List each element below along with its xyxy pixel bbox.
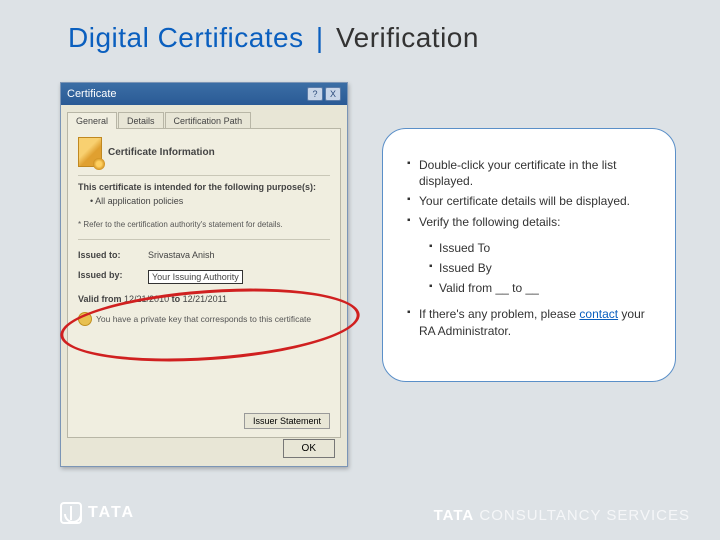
purpose-item: • All application policies [90,196,330,206]
footer-right-bold: TATA [434,507,475,524]
refer-note: * Refer to the certification authority's… [78,220,330,229]
contact-link[interactable]: contact [579,307,618,321]
instruction-list: Double-click your certificate in the lis… [407,157,655,230]
instruction-sublist: Issued To Issued By Valid from __ to __ [429,240,655,297]
certificate-dialog: Certificate ? X General Details Certific… [60,82,348,467]
valid-to-word: to [172,294,181,304]
purpose-heading: This certificate is intended for the fol… [78,182,330,192]
dialog-titlebar: Certificate ? X [61,83,347,105]
issued-to-label: Issued to: [78,250,142,260]
issuer-statement-button[interactable]: Issuer Statement [244,413,330,429]
instruction-item: Your certificate details will be display… [407,193,655,209]
dialog-title: Certificate [67,88,117,100]
issued-by-row: Issued by: Your Issuing Authority [78,270,330,284]
ok-button[interactable]: OK [283,439,335,458]
tab-details[interactable]: Details [118,112,164,129]
title-blue: Digital Certificates [68,22,304,53]
tabs: General Details Certification Path [67,111,341,128]
instruction-subitem: Valid from __ to __ [429,280,655,296]
issued-by-label: Issued by: [78,270,142,284]
issued-by-value: Your Issuing Authority [148,270,243,284]
titlebar-buttons: ? X [307,87,341,101]
tata-mark-icon [60,502,82,524]
tab-general[interactable]: General [67,112,117,129]
divider [78,175,330,176]
instruction-subitem: Issued By [429,260,655,276]
footer-logo-left: TATA [60,502,135,524]
instruction-callout: Double-click your certificate in the lis… [382,128,676,382]
valid-to: 12/21/2011 [183,294,227,304]
footer-right-light2: SERVICES [606,507,690,524]
footer-left-text: TATA [88,504,135,522]
instruction-list-2: If there's any problem, please contact y… [407,306,655,338]
instruction-item: If there's any problem, please contact y… [407,306,655,338]
dialog-body: General Details Certification Path Certi… [61,105,347,444]
valid-from: 12/21/2010 [124,294,169,304]
footer-right-light: CONSULTANCY [474,507,606,524]
tab-certification-path[interactable]: Certification Path [165,112,252,129]
valid-row: Valid from 12/21/2010 to 12/21/2011 [78,294,330,304]
instruction-item: Verify the following details: [407,214,655,230]
cert-header: Certificate Information [78,137,330,167]
footer-logo-right: TATA CONSULTANCY SERVICES [434,507,690,524]
valid-label: Valid from [78,294,122,304]
divider [78,239,330,240]
cert-info-title: Certificate Information [108,147,215,158]
title-rest: Verification [336,22,479,53]
text: If there's any problem, please [419,307,579,321]
title-separator: | [316,22,324,53]
help-button[interactable]: ? [307,87,323,101]
slide-title: Digital Certificates | Verification [68,22,479,54]
instruction-item: Double-click your certificate in the lis… [407,157,655,189]
key-icon [78,312,92,326]
private-key-note: You have a private key that corresponds … [96,314,311,324]
certificate-icon [78,137,102,167]
issued-to-value: Srivastava Anish [148,250,215,260]
private-key-row: You have a private key that corresponds … [78,312,330,326]
issued-to-row: Issued to: Srivastava Anish [78,250,330,260]
tab-panel-general: Certificate Information This certificate… [67,128,341,438]
instruction-subitem: Issued To [429,240,655,256]
close-button[interactable]: X [325,87,341,101]
